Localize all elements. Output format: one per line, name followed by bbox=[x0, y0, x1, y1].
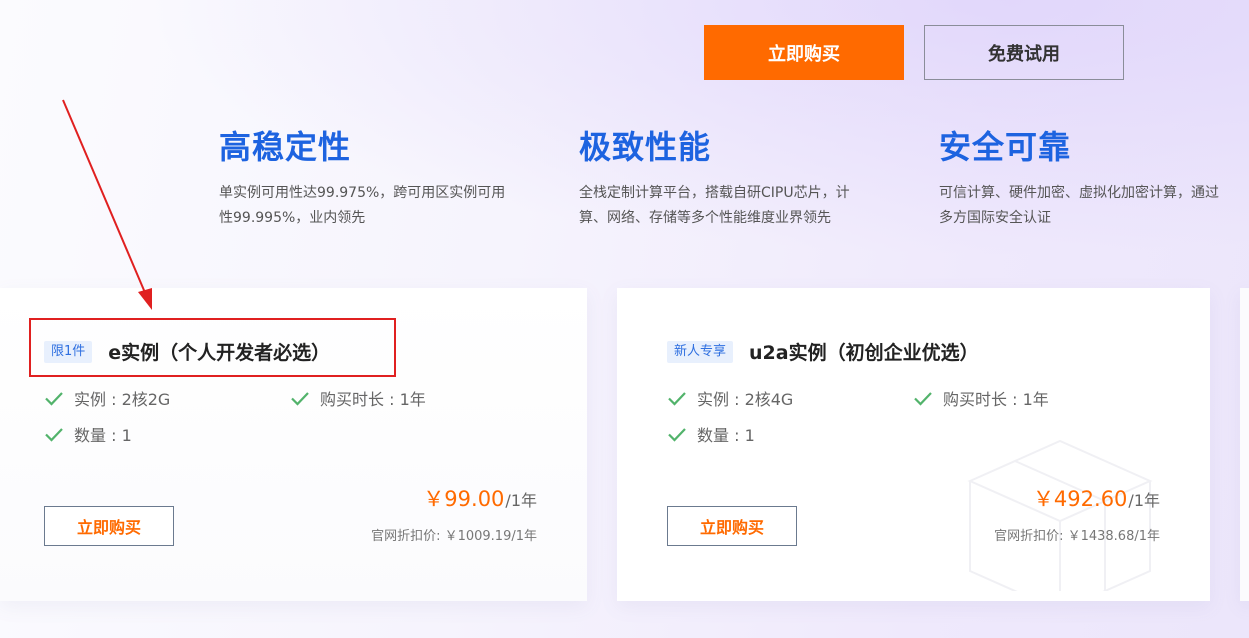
card-buy-button[interactable]: 立即购买 bbox=[44, 506, 174, 546]
check-icon bbox=[45, 392, 63, 406]
check-icon bbox=[291, 392, 309, 406]
feature-performance: 极致性能 全栈定制计算平台，搭载自研CIPU芯片，计 算、网络、存储等多个性能维… bbox=[579, 125, 850, 231]
original-price: 官网折扣价: ￥1438.68/1年 bbox=[994, 529, 1160, 544]
spec-item: 实例 : 2核2G bbox=[44, 386, 170, 410]
price: ￥99.00 bbox=[423, 487, 505, 511]
feature-description: 单实例可用性达99.975%，跨可用区实例可用 性99.995%，业内领先 bbox=[219, 185, 506, 226]
feature-title: 极致性能 bbox=[579, 128, 712, 166]
limit-badge: 限1件 bbox=[44, 340, 93, 363]
card-title: e实例（个人开发者必选） bbox=[108, 342, 331, 364]
check-icon bbox=[668, 428, 686, 442]
price-area: ￥492.60 /1年 官网折扣价: ￥1438.68/1年 bbox=[994, 483, 1160, 544]
new-user-badge: 新人专享 bbox=[667, 340, 734, 363]
spec-item: 实例 : 2核4G bbox=[667, 386, 793, 410]
card-header: 限1件 e实例（个人开发者必选） bbox=[44, 338, 330, 365]
price-area: ￥99.00 /1年 官网折扣价: ￥1009.19/1年 bbox=[371, 483, 537, 544]
check-icon bbox=[914, 392, 932, 406]
buy-now-button[interactable]: 立即购买 bbox=[704, 25, 904, 80]
card-buy-button[interactable]: 立即购买 bbox=[667, 506, 797, 546]
card-header: 新人专享 u2a实例（初创企业优选） bbox=[667, 338, 979, 365]
feature-description: 全栈定制计算平台，搭载自研CIPU芯片，计 算、网络、存储等多个性能维度业界领先 bbox=[579, 185, 850, 226]
feature-description: 可信计算、硬件加密、虚拟化加密计算，通过 多方国际安全认证 bbox=[939, 185, 1219, 226]
spec-item: 数量 : 1 bbox=[667, 422, 755, 446]
product-card-u2a-instance: 新人专享 u2a实例（初创企业优选） 实例 : 2核4G 购买时长 : 1年 数… bbox=[617, 288, 1210, 601]
feature-title: 高稳定性 bbox=[219, 128, 352, 166]
card-title: u2a实例（初创企业优选） bbox=[749, 342, 979, 364]
product-card-partial bbox=[1240, 288, 1249, 601]
feature-security: 安全可靠 可信计算、硬件加密、虚拟化加密计算，通过 多方国际安全认证 bbox=[939, 125, 1219, 231]
product-card-e-instance: 限1件 e实例（个人开发者必选） 实例 : 2核2G 购买时长 : 1年 数量 … bbox=[0, 288, 587, 601]
check-icon bbox=[668, 392, 686, 406]
spec-item: 购买时长 : 1年 bbox=[290, 386, 426, 410]
price: ￥492.60 bbox=[1032, 487, 1128, 511]
check-icon bbox=[45, 428, 63, 442]
spec-item: 数量 : 1 bbox=[44, 422, 132, 446]
spec-item: 购买时长 : 1年 bbox=[913, 386, 1049, 410]
feature-title: 安全可靠 bbox=[939, 128, 1072, 166]
price-unit: /1年 bbox=[505, 491, 537, 510]
feature-stability: 高稳定性 单实例可用性达99.975%，跨可用区实例可用 性99.995%，业内… bbox=[219, 125, 505, 231]
free-trial-button[interactable]: 免费试用 bbox=[924, 25, 1124, 80]
price-unit: /1年 bbox=[1128, 491, 1160, 510]
original-price: 官网折扣价: ￥1009.19/1年 bbox=[371, 529, 537, 544]
